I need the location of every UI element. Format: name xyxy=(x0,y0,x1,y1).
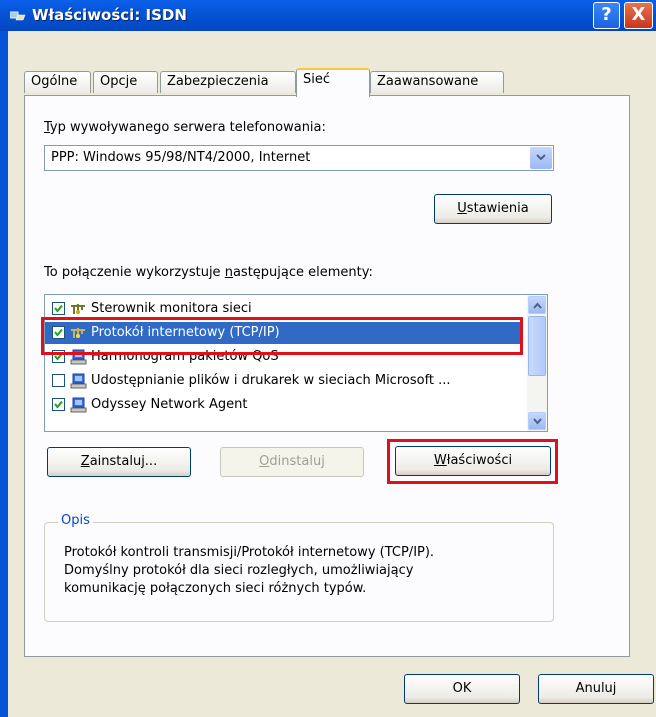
network-service-icon xyxy=(70,397,87,413)
settings-button[interactable]: Ustawienia xyxy=(434,194,552,224)
list-item[interactable]: Odyssey Network Agent xyxy=(45,394,523,416)
chevron-down-icon xyxy=(536,154,546,161)
selection-highlight-box xyxy=(41,317,523,355)
window-border xyxy=(0,31,8,717)
components-list[interactable]: Sterownik monitora sieci Protokół intern… xyxy=(44,294,548,432)
checkbox-monitor[interactable] xyxy=(52,302,65,315)
check-icon xyxy=(54,304,63,313)
list-scrollbar[interactable] xyxy=(527,295,547,431)
properties-dialog: Właściwości: ISDN ? X Ogólne Opcje Zabez… xyxy=(0,0,656,717)
chevron-up-icon xyxy=(533,302,542,309)
scroll-up-button[interactable] xyxy=(528,296,546,314)
tab-network[interactable]: Sieć xyxy=(296,68,370,97)
tab-advanced[interactable]: Zaawansowane xyxy=(370,71,504,93)
description-text: Protokół kontroli transmisji/Protokół in… xyxy=(64,545,435,596)
close-button[interactable]: X xyxy=(624,2,653,29)
scrollbar-thumb[interactable] xyxy=(528,316,546,376)
server-type-label: Typ wywoływanego serwera telefonowania: xyxy=(44,120,326,135)
server-type-dropdown[interactable]: PPP: Windows 95/98/NT4/2000, Internet xyxy=(44,145,554,171)
close-icon: X xyxy=(631,4,646,25)
checkbox-file-sharing[interactable] xyxy=(52,374,65,387)
check-icon xyxy=(54,400,63,409)
description-title: Opis xyxy=(58,513,93,528)
server-type-value: PPP: Windows 95/98/NT4/2000, Internet xyxy=(51,150,311,165)
cancel-button[interactable]: Anuluj xyxy=(538,674,654,704)
uninstall-button[interactable]: Odinstaluj xyxy=(220,447,364,477)
list-item[interactable]: Udostępnianie plików i drukarek w siecia… xyxy=(45,370,523,392)
tab-general[interactable]: Ogólne xyxy=(24,71,91,93)
chevron-down-icon xyxy=(533,418,542,425)
scroll-down-button[interactable] xyxy=(528,412,546,430)
window-title: Właściwości: ISDN xyxy=(32,6,187,24)
components-label: To połączenie wykorzystuje następujące e… xyxy=(44,265,373,280)
network-connection-icon xyxy=(10,11,26,21)
checkbox-odyssey[interactable] xyxy=(52,398,65,411)
network-protocol-icon xyxy=(71,304,85,314)
help-button[interactable]: ? xyxy=(593,2,620,29)
title-bar[interactable]: Właściwości: ISDN ? X xyxy=(0,0,656,31)
ok-button[interactable]: OK xyxy=(404,674,520,704)
tab-security[interactable]: Zabezpieczenia xyxy=(160,71,296,93)
dropdown-arrow-button[interactable] xyxy=(530,147,552,169)
install-button[interactable]: Zainstaluj... xyxy=(47,447,191,477)
help-icon: ? xyxy=(601,4,612,25)
properties-highlight-box xyxy=(387,439,558,484)
network-service-icon xyxy=(70,373,87,389)
tab-options[interactable]: Opcje xyxy=(93,71,158,93)
